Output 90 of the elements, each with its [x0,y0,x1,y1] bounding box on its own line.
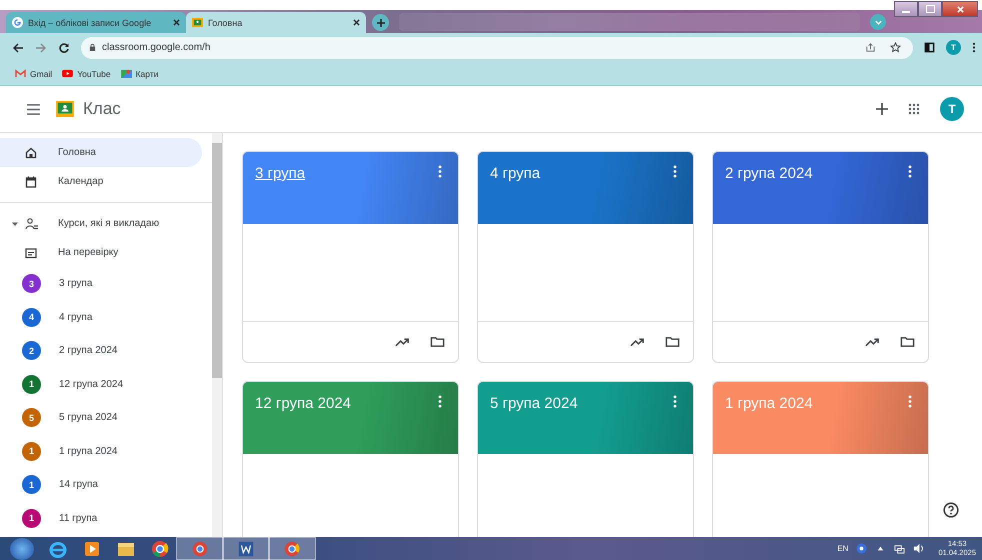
speaker-icon[interactable] [913,543,924,554]
folder-icon[interactable] [900,336,915,348]
reload-icon[interactable] [58,42,70,54]
browser-tab[interactable]: Вхід – облікові записи Google [6,12,186,33]
share-icon[interactable] [865,42,876,53]
help-button[interactable] [942,501,960,519]
course-avatar: 3 [22,274,41,294]
course-item[interactable]: 2 2 група 2024 [0,334,202,368]
folder-icon[interactable] [665,336,680,348]
language-indicator[interactable]: EN [837,544,848,553]
word-window-button[interactable] [222,537,270,560]
new-tab-button[interactable] [372,14,389,31]
scrollbar[interactable] [212,133,222,537]
course-item[interactable]: 1 1 група 2024 [0,434,202,468]
more-options-icon[interactable] [438,165,442,178]
start-button[interactable] [10,538,34,560]
course-item[interactable]: 1 11 група [0,502,202,535]
more-options-icon[interactable] [908,395,912,408]
course-avatar: 1 [22,442,41,461]
chevron-down-icon [874,18,882,26]
network-icon[interactable] [894,543,906,554]
word-icon [237,540,255,558]
bookmark-link[interactable]: Карти [120,68,158,78]
more-options-icon[interactable] [908,165,912,178]
more-options-icon[interactable] [438,395,442,408]
tab-search-button[interactable] [870,14,886,30]
sidebar-item[interactable]: Календар [0,167,202,196]
course-avatar: 1 [22,475,41,494]
chrome-icon[interactable] [150,538,170,558]
plus-icon [376,18,386,28]
trending-icon[interactable] [395,336,410,348]
menu-icon[interactable] [27,104,40,114]
close-icon [956,4,964,14]
back-icon[interactable] [12,42,24,54]
maximize-button[interactable] [918,1,942,17]
home-icon [25,146,37,158]
help-icon[interactable] [856,543,868,554]
plus-icon[interactable] [876,103,888,115]
folder-icon[interactable] [430,336,445,348]
trending-icon[interactable] [630,336,645,348]
course-avatar: 5 [22,408,41,428]
trending-icon[interactable] [865,336,880,348]
browser-tab[interactable]: Головна [186,12,366,33]
sidebar-item[interactable]: На перевірку [0,238,202,267]
section-header[interactable]: Курси, які я викладаю [0,209,202,238]
classroom-logo-icon [56,101,74,117]
bookmark-link[interactable]: YouTube [62,68,111,78]
course-item[interactable]: 5 5 група 2024 [0,401,202,434]
app-title: Клас [83,99,121,119]
course-title[interactable]: 2 група 2024 [725,165,908,182]
course-card[interactable]: 4 група [477,151,694,363]
chrome-window-button[interactable] [268,537,316,560]
course-card[interactable]: 2 група 2024 [712,151,929,363]
chrome-icon [283,540,301,558]
course-item[interactable]: 4 4 група [0,300,202,334]
calendar-icon [25,176,37,188]
bookmark-link[interactable]: Gmail [15,68,52,78]
apps-grid-icon[interactable] [908,103,920,115]
play-icon [62,69,74,78]
caret-icon[interactable] [12,220,18,226]
course-avatar: 1 [22,508,41,528]
course-avatar: 1 [22,374,41,394]
people-icon [25,218,39,230]
course-item[interactable]: 3 3 група [0,267,202,300]
menu-icon[interactable] [972,42,976,53]
google-icon [12,17,23,28]
address-field[interactable]: classroom.google.com/h [81,36,913,58]
classroom-icon [192,17,203,28]
side-panel-icon[interactable] [924,42,935,53]
lock-icon [89,43,96,52]
chrome-icon [191,540,209,558]
course-avatar: 4 [22,308,41,327]
close-icon[interactable] [353,19,360,26]
mail-icon [15,69,26,78]
sidebar-item[interactable]: Головна [0,138,202,167]
folder-list-icon [25,246,37,258]
more-options-icon[interactable] [673,165,677,178]
course-card[interactable]: 3 група [242,151,459,363]
course-avatar: 2 [22,341,41,360]
map-icon [120,69,132,78]
more-options-icon[interactable] [673,395,677,408]
star-icon[interactable] [890,42,901,53]
close-icon[interactable] [173,19,180,26]
course-item[interactable]: 1 14 група [0,468,202,502]
minimize-button[interactable] [894,1,918,17]
close-button[interactable] [942,1,978,17]
course-title[interactable]: 4 група [490,165,673,182]
course-item[interactable]: 1 12 група 2024 [0,368,202,401]
course-title[interactable]: 3 група [255,165,438,182]
chrome-window-button[interactable] [176,537,224,560]
